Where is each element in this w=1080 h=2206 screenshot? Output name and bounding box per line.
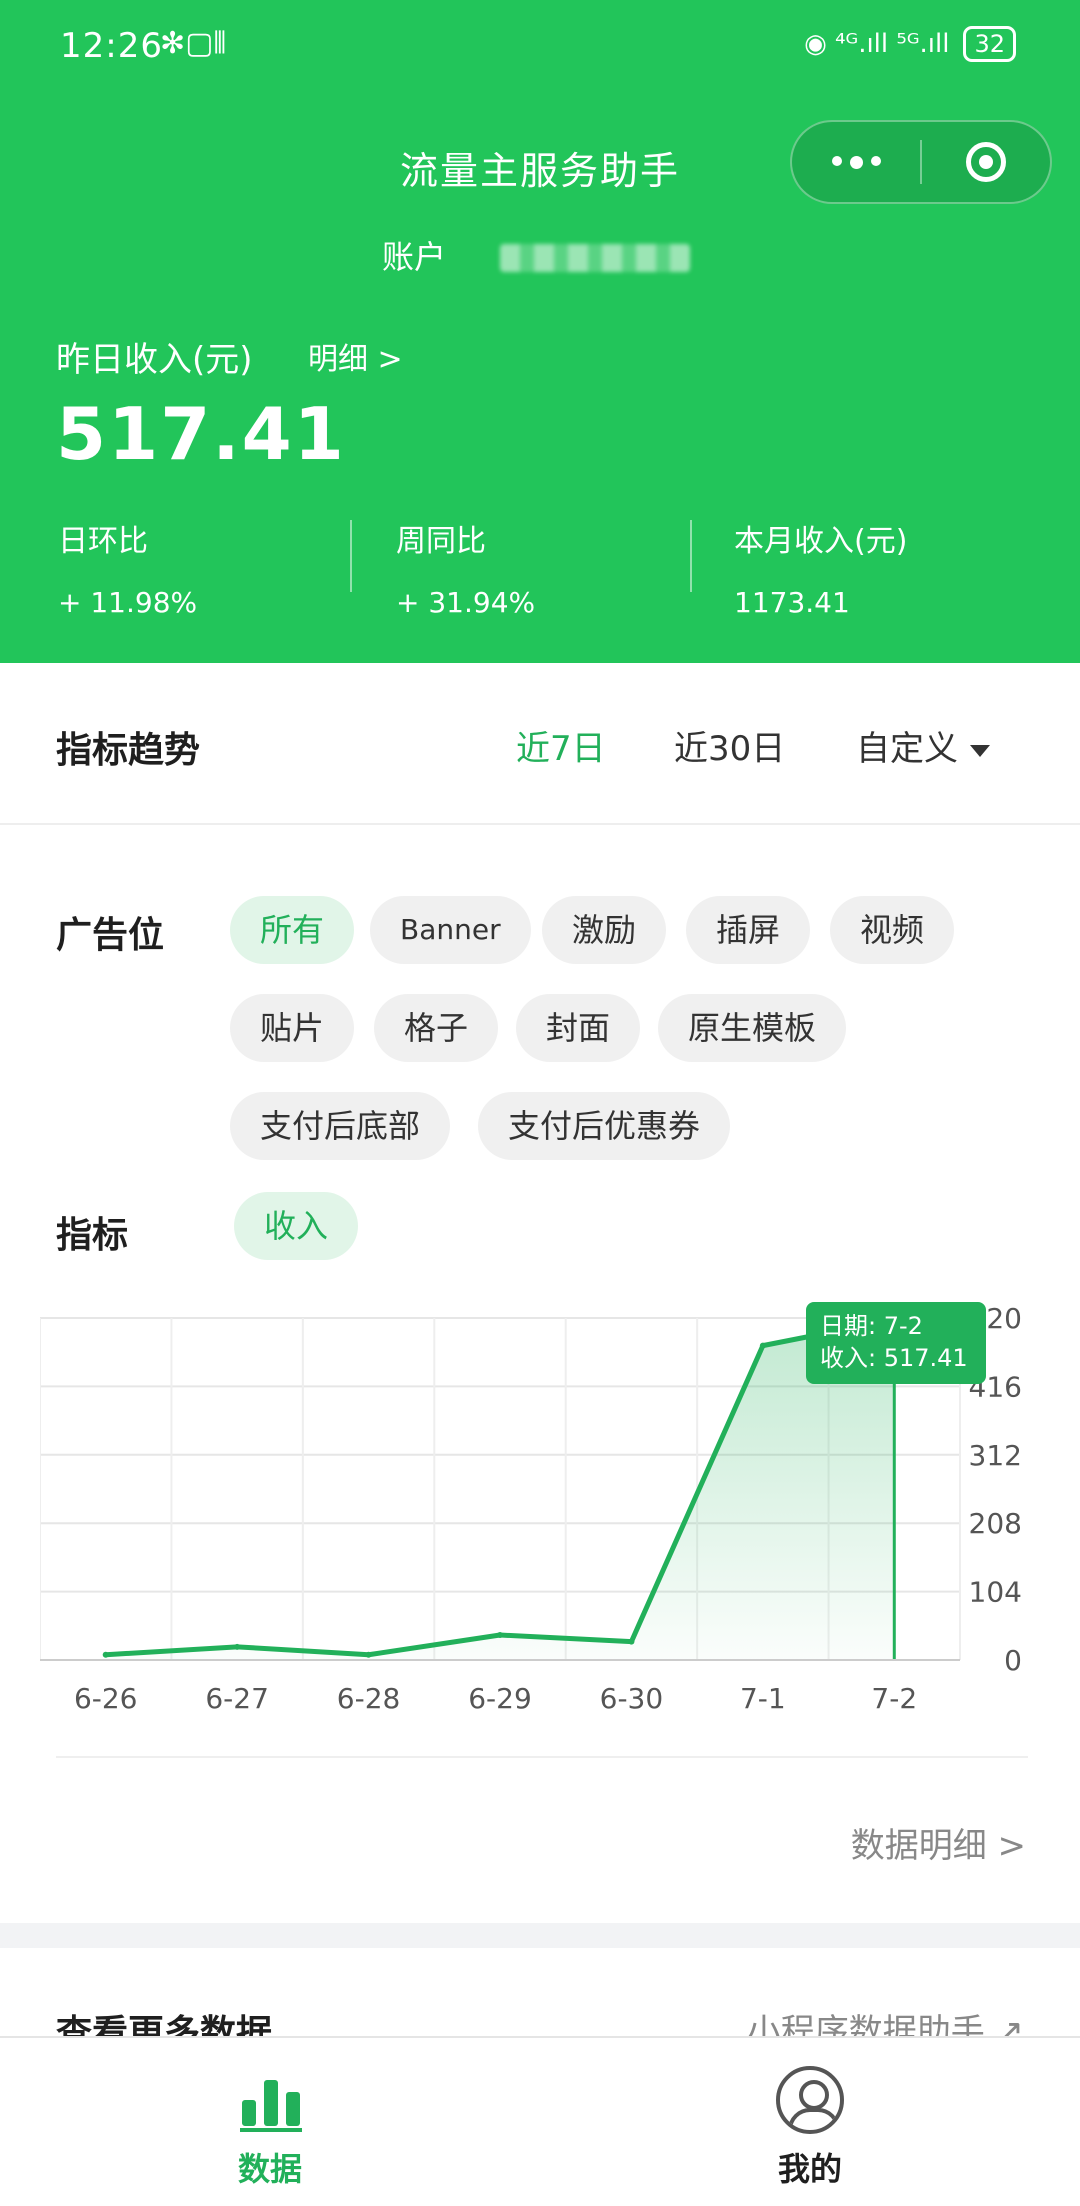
close-program-button[interactable] — [922, 122, 1050, 202]
chip-ad-slot[interactable]: 格子 — [374, 994, 499, 1062]
tab-30-days[interactable]: 近30日 — [674, 721, 785, 770]
account-id-masked — [500, 244, 690, 272]
stat-day-over-day: 日环比 + 11.98% — [58, 516, 197, 619]
tab-data-label: 数据 — [237, 2150, 302, 2188]
stat-value: + 31.94% — [396, 586, 536, 619]
trend-header: 指标趋势 近7日 近30日 自定义 — [0, 663, 1080, 825]
bar-chart-icon — [240, 2072, 302, 2132]
chip-ad-slot[interactable]: 封面 — [516, 994, 641, 1062]
chart-tooltip: 日期: 7-2 收入: 517.41 — [806, 1302, 986, 1384]
y-tick-label: 208 — [969, 1507, 1022, 1540]
stat-label: 周同比 — [396, 524, 486, 559]
chip-ad-slot[interactable]: 所有 — [230, 896, 355, 964]
x-tick-label: 6-28 — [337, 1682, 401, 1715]
mini-program-capsule — [790, 120, 1052, 204]
tab-bar: 数据 我的 — [0, 2036, 1080, 2206]
tooltip-date: 日期: 7-2 — [820, 1312, 923, 1340]
dropdown-caret-icon — [970, 744, 990, 757]
data-point — [759, 1342, 766, 1349]
status-time: 12:26 — [60, 26, 163, 66]
data-point — [497, 1632, 503, 1639]
income-detail-link[interactable]: 明细 > — [308, 334, 403, 378]
x-tick-label: 6-27 — [205, 1682, 269, 1715]
stat-divider — [690, 520, 692, 592]
trend-title: 指标趋势 — [56, 730, 201, 771]
stat-label: 日环比 — [58, 524, 148, 559]
series-area — [105, 1319, 895, 1660]
stat-label: 本月收入(元) — [734, 524, 908, 559]
more-dots-icon — [831, 155, 881, 169]
x-tick-label: 7-2 — [871, 1682, 917, 1715]
data-point — [628, 1638, 635, 1645]
more-data-card: 查看更多数据 小程序数据助手 ↗ — [0, 1948, 1080, 2048]
status-bar: 12:26 ✻▢⫴ ◉ ⁴ᴳ.ıll ⁵ᴳ.ıll 32 — [0, 0, 1080, 96]
x-tick-label: 6-26 — [74, 1682, 138, 1715]
tab-7-days[interactable]: 近7日 — [516, 721, 606, 770]
signal-icon: ◉ ⁴ᴳ.ıll ⁵ᴳ.ıll — [804, 29, 950, 59]
stat-value: + 11.98% — [58, 586, 198, 619]
tab-custom-range[interactable]: 自定义 — [856, 721, 990, 770]
data-point — [234, 1643, 241, 1650]
chip-ad-slot[interactable]: 原生模板 — [658, 994, 847, 1062]
tooltip-income: 收入: 517.41 — [820, 1344, 968, 1372]
chip-ad-slot[interactable]: 视频 — [830, 896, 955, 964]
income-value: 517.41 — [56, 392, 346, 476]
divider — [56, 1756, 1028, 1758]
ad-slot-label: 广告位 — [56, 915, 165, 956]
chip-ad-slot[interactable]: 贴片 — [230, 994, 355, 1062]
y-tick-label: 0 — [1004, 1644, 1022, 1677]
chip-ad-slot[interactable]: 插屏 — [686, 896, 811, 964]
header: 12:26 ✻▢⫴ ◉ ⁴ᴳ.ıll ⁵ᴳ.ıll 32 流量主服务助手 账户 … — [0, 0, 1080, 663]
tab-data[interactable]: 数据 — [0, 2038, 540, 2206]
chip-ad-slot[interactable]: 支付后优惠券 — [478, 1092, 731, 1160]
target-icon — [965, 142, 1006, 182]
more-menu-button[interactable] — [792, 122, 920, 202]
data-point — [365, 1651, 372, 1658]
stat-month-income: 本月收入(元) 1173.41 — [734, 516, 907, 619]
stat-week-over-week: 周同比 + 31.94% — [396, 516, 535, 619]
account-label: 账户 — [382, 238, 447, 276]
status-right: ◉ ⁴ᴳ.ıll ⁵ᴳ.ıll 32 — [804, 26, 1016, 62]
data-detail-link[interactable]: 数据明细 > — [851, 1818, 1026, 1867]
income-label: 昨日收入(元) — [56, 340, 253, 380]
chip-ad-slot[interactable]: 支付后底部 — [230, 1092, 451, 1160]
status-left-icons: ✻▢⫴ — [160, 26, 227, 61]
x-tick-label: 7-1 — [740, 1682, 786, 1715]
tab-mine-label: 我的 — [777, 2150, 842, 2188]
chip-metric-income[interactable]: 收入 — [234, 1192, 359, 1260]
stat-divider — [350, 520, 352, 592]
chip-ad-slot[interactable]: 激励 — [542, 896, 667, 964]
x-tick-label: 6-29 — [468, 1682, 532, 1715]
custom-range-label: 自定义 — [856, 729, 958, 769]
data-point — [102, 1651, 109, 1658]
battery-icon: 32 — [963, 26, 1016, 62]
metric-label: 指标 — [56, 1215, 129, 1256]
stat-value: 1173.41 — [734, 586, 850, 619]
user-icon — [776, 2066, 844, 2134]
tab-mine[interactable]: 我的 — [540, 2038, 1080, 2206]
y-tick-label: 104 — [969, 1576, 1022, 1609]
y-tick-label: 312 — [969, 1439, 1022, 1472]
x-tick-label: 6-30 — [600, 1682, 664, 1715]
chip-ad-slot[interactable]: Banner — [370, 896, 531, 964]
